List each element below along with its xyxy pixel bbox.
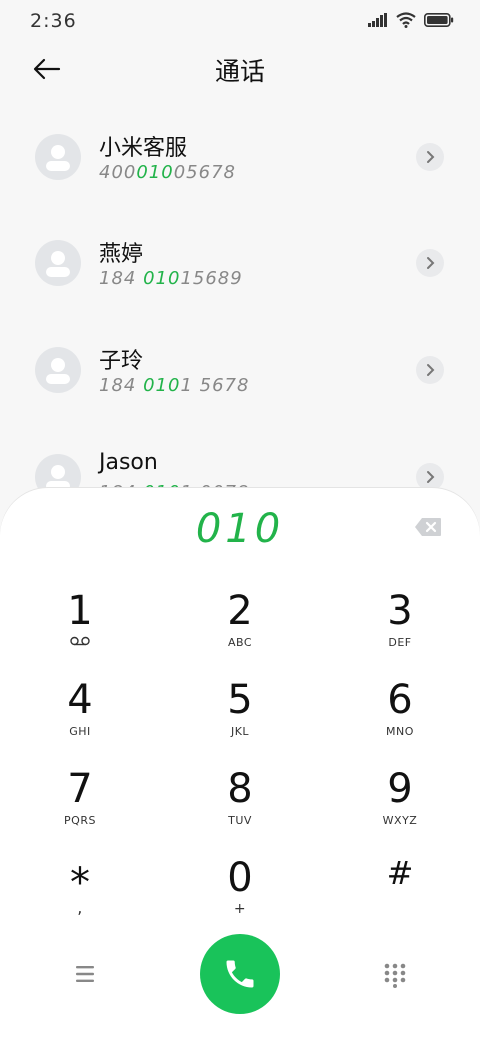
- contact-row[interactable]: 小米客服 40001005678: [0, 104, 480, 210]
- avatar: [35, 240, 81, 286]
- backspace-button[interactable]: [414, 517, 442, 537]
- avatar: [35, 347, 81, 393]
- contact-number: 184 0101 5678: [99, 375, 250, 396]
- chevron-right-icon: [427, 471, 435, 483]
- contact-detail-button[interactable]: [416, 143, 444, 171]
- contact-detail-button[interactable]: [416, 249, 444, 277]
- call-button[interactable]: [200, 934, 280, 1014]
- contact-name: 燕婷: [99, 242, 144, 267]
- key-star[interactable]: * ,: [20, 860, 140, 938]
- keypad-toggle-button[interactable]: [383, 962, 407, 988]
- voicemail-icon: [70, 636, 90, 646]
- page-title: 通话: [214, 57, 265, 86]
- chevron-right-icon: [427, 151, 435, 163]
- keypad-icon: [384, 963, 406, 988]
- menu-button[interactable]: [72, 964, 98, 984]
- status-time: 2:36: [30, 10, 77, 32]
- status-icons: [368, 12, 454, 28]
- key-4[interactable]: 4 GHI: [20, 677, 140, 755]
- avatar: [35, 134, 81, 180]
- app-header: 通话: [0, 44, 480, 96]
- dialed-number: 010: [195, 506, 285, 552]
- contact-name: Jason: [99, 450, 158, 475]
- contact-detail-button[interactable]: [416, 356, 444, 384]
- wifi-icon: [396, 12, 416, 28]
- key-hash[interactable]: #: [340, 850, 460, 928]
- key-5[interactable]: 5 JKL: [180, 677, 300, 755]
- chevron-right-icon: [427, 257, 435, 269]
- contact-number: 40001005678: [99, 162, 236, 183]
- dialpad-panel: 010 1 2 ABC 3 DEF 4 GHI 5 JKL 6 MNO 7 PQ…: [0, 488, 480, 1040]
- menu-icon: [76, 966, 94, 982]
- key-6[interactable]: 6 MNO: [340, 677, 460, 755]
- key-0[interactable]: 0 +: [180, 855, 300, 933]
- key-1[interactable]: 1: [20, 588, 140, 666]
- dialpad-bottom-bar: [0, 934, 480, 1014]
- signal-icon: [368, 13, 387, 27]
- backspace-icon: [415, 518, 441, 536]
- contact-row[interactable]: 燕婷 184 01015689: [0, 210, 480, 316]
- battery-icon: [424, 13, 454, 27]
- contact-number: 184 01015689: [99, 268, 243, 289]
- contact-detail-button[interactable]: [416, 463, 444, 491]
- key-8[interactable]: 8 TUV: [180, 766, 300, 844]
- phone-icon: [226, 960, 254, 988]
- chevron-right-icon: [427, 364, 435, 376]
- status-bar: 2:36: [0, 0, 480, 44]
- contact-name: 子玲: [99, 349, 144, 374]
- key-3[interactable]: 3 DEF: [340, 588, 460, 666]
- key-2[interactable]: 2 ABC: [180, 588, 300, 666]
- contact-row[interactable]: 子玲 184 0101 5678: [0, 317, 480, 423]
- contact-name: 小米客服: [99, 136, 188, 161]
- key-9[interactable]: 9 WXYZ: [340, 766, 460, 844]
- key-7[interactable]: 7 PQRS: [20, 766, 140, 844]
